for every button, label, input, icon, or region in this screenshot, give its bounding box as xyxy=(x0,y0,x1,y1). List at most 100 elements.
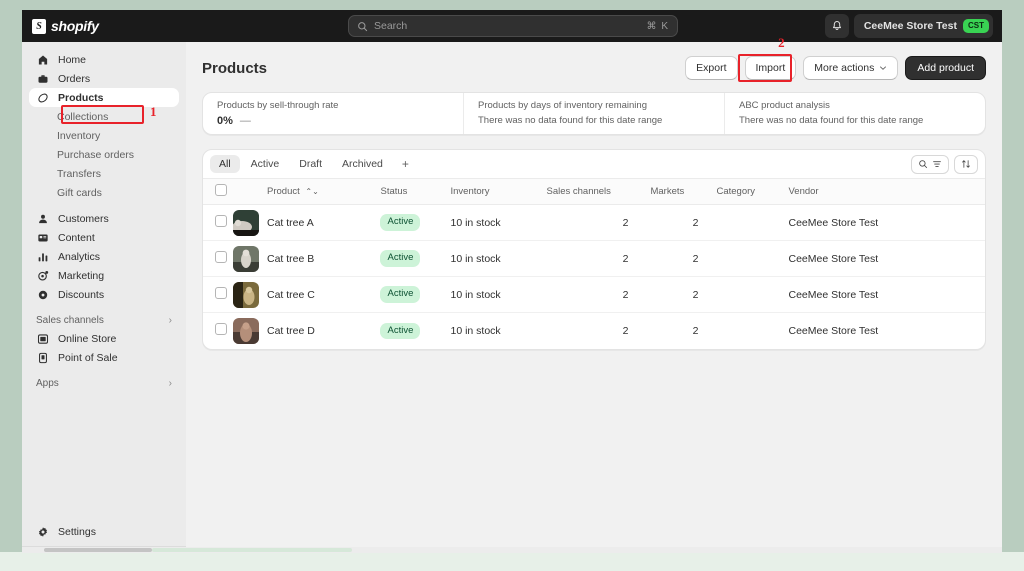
product-name-cell[interactable]: Cat tree D xyxy=(267,313,380,349)
sidebar-subitem-transfers[interactable]: Transfers xyxy=(29,164,179,183)
sidebar-item-orders[interactable]: Orders xyxy=(29,69,179,88)
sidebar-subitem-collections[interactable]: Collections xyxy=(29,107,179,126)
select-all-checkbox[interactable] xyxy=(215,184,227,196)
inventory-cell: 10 in stock xyxy=(450,324,501,337)
column-header-product[interactable]: Product ⌃⌄ xyxy=(267,179,381,205)
sidebar-item-settings[interactable]: Settings xyxy=(29,522,179,541)
sidebar-item-label: Discounts xyxy=(58,288,105,301)
insight-card-days-inventory[interactable]: Products by days of inventory remaining … xyxy=(463,93,724,134)
sidebar-section-apps[interactable]: Apps › xyxy=(29,374,179,392)
sidebar-subitem-purchase-orders[interactable]: Purchase orders xyxy=(29,145,179,164)
column-header-label: Status xyxy=(380,186,408,197)
annotation-number-2: 2 xyxy=(778,35,785,50)
row-checkbox[interactable] xyxy=(215,215,227,227)
row-checkbox[interactable] xyxy=(215,251,227,263)
vendor-cell: CeeMee Store Test xyxy=(788,240,985,277)
sidebar-subitem-gift-cards[interactable]: Gift cards xyxy=(29,183,179,202)
status-cell: Active xyxy=(380,276,451,313)
tab-archived[interactable]: Archived xyxy=(333,155,392,173)
sidebar-item-label: Marketing xyxy=(58,269,105,282)
sidebar-subitem-inventory[interactable]: Inventory xyxy=(29,126,179,145)
tab-all[interactable]: All xyxy=(210,155,240,173)
add-product-button[interactable]: Add product xyxy=(905,56,986,80)
table-row[interactable]: Cat tree A Active 10 in stock 2 2 CeeMee… xyxy=(203,204,985,241)
sidebar-item-discounts[interactable]: Discounts xyxy=(29,285,179,304)
tab-active[interactable]: Active xyxy=(242,155,289,173)
sidebar-item-online-store[interactable]: Online Store xyxy=(29,329,179,348)
sidebar-item-customers[interactable]: Customers xyxy=(29,209,179,228)
horizontal-scrollbar[interactable] xyxy=(22,547,1002,553)
sidebar-item-analytics[interactable]: Analytics xyxy=(29,247,179,266)
tab-label: Draft xyxy=(299,158,323,170)
product-name-cell[interactable]: Cat tree B xyxy=(267,240,381,277)
sidebar-item-home[interactable]: Home xyxy=(29,50,179,69)
sidebar-item-products[interactable]: Products xyxy=(29,88,179,107)
add-view-button[interactable]: + xyxy=(394,156,417,172)
sidebar-item-label: Orders xyxy=(58,72,91,85)
sidebar-item-label: Online Store xyxy=(58,332,117,345)
column-header-label: Category xyxy=(716,186,756,197)
search-filter-icon xyxy=(919,160,928,169)
export-button-label: Export xyxy=(696,62,727,74)
insight-value-wrap: 0% — xyxy=(217,115,449,127)
status-cell: Active xyxy=(380,240,451,277)
category-cell xyxy=(716,240,789,277)
sidebar-item-marketing[interactable]: Marketing xyxy=(29,266,179,285)
tab-draft[interactable]: Draft xyxy=(290,155,331,173)
column-header-status: Status xyxy=(380,179,451,205)
more-actions-button[interactable]: More actions xyxy=(803,56,899,80)
sort-button[interactable] xyxy=(954,154,978,174)
category-cell xyxy=(716,276,789,313)
store-switcher-button[interactable]: CeeMee Store Test CST xyxy=(853,14,993,38)
column-header-category: Category xyxy=(716,179,789,205)
sales-channels-cell: 2 xyxy=(546,204,651,241)
inventory-cell: 10 in stock xyxy=(450,204,547,241)
table-row[interactable]: Cat tree B Active 10 in stock 2 2 CeeMee… xyxy=(203,240,985,277)
row-checkbox[interactable] xyxy=(215,323,227,336)
product-thumbnail xyxy=(233,245,259,272)
shopify-logo-mark: S xyxy=(32,18,46,34)
tab-label: Active xyxy=(250,158,280,170)
sidebar-item-label: Content xyxy=(58,231,95,244)
column-header-label: Markets xyxy=(650,186,685,197)
discounts-icon xyxy=(36,288,49,301)
insight-label: Products by sell-through rate xyxy=(217,100,339,111)
table-head: Product ⌃⌄ Status Inventory Sales channe… xyxy=(203,179,985,205)
sidebar-item-content[interactable]: Content xyxy=(29,228,179,247)
table-tabs-row: All Active Draft Archived + xyxy=(203,150,985,179)
shopify-logo[interactable]: S shopify xyxy=(32,18,99,34)
search-and-filter-button[interactable] xyxy=(911,154,949,174)
status-badge: Active xyxy=(380,286,421,303)
insight-card-sell-through[interactable]: Products by sell-through rate 0% — xyxy=(203,93,463,134)
column-header-label: Inventory xyxy=(450,186,490,197)
scrollbar-thumb[interactable] xyxy=(44,548,152,552)
top-bar-right: CeeMee Store Test CST xyxy=(824,14,993,38)
sidebar-item-point-of-sale[interactable]: Point of Sale xyxy=(29,348,179,367)
table-row[interactable]: Cat tree D Active 10 in stock 2 2 CeeMee… xyxy=(203,313,985,349)
table-header-row: Product ⌃⌄ Status Inventory Sales channe… xyxy=(203,179,985,205)
row-checkbox[interactable] xyxy=(215,287,227,299)
row-thumbnail-cell xyxy=(233,276,267,313)
insight-card-abc-analysis[interactable]: ABC product analysis There was no data f… xyxy=(724,93,985,134)
sales-channels-cell: 2 xyxy=(622,324,629,337)
export-button[interactable]: Export xyxy=(685,56,738,80)
category-cell xyxy=(716,313,788,349)
notifications-button[interactable] xyxy=(824,14,849,38)
sidebar-subitem-label: Gift cards xyxy=(57,186,102,199)
sidebar-item-label: Products xyxy=(58,91,104,104)
product-name-cell[interactable]: Cat tree C xyxy=(267,276,381,313)
gear-icon xyxy=(36,525,49,538)
product-name-cell[interactable]: Cat tree A xyxy=(267,204,381,241)
sidebar-item-label: Home xyxy=(58,53,87,66)
select-all-header xyxy=(203,179,233,205)
sidebar-subitem-label: Collections xyxy=(57,110,109,123)
search-shortcut-hint: ⌘ K xyxy=(646,20,669,32)
sidebar-section-sales-channels[interactable]: Sales channels › xyxy=(29,311,179,329)
status-badge: Active xyxy=(380,322,421,339)
tab-label: All xyxy=(219,158,231,170)
table-row[interactable]: Cat tree C Active 10 in stock 2 2 CeeMee… xyxy=(203,276,985,313)
column-header-label: Product xyxy=(267,186,300,197)
import-button[interactable]: Import xyxy=(744,56,797,80)
global-search-input[interactable]: Search ⌘ K xyxy=(348,15,678,37)
